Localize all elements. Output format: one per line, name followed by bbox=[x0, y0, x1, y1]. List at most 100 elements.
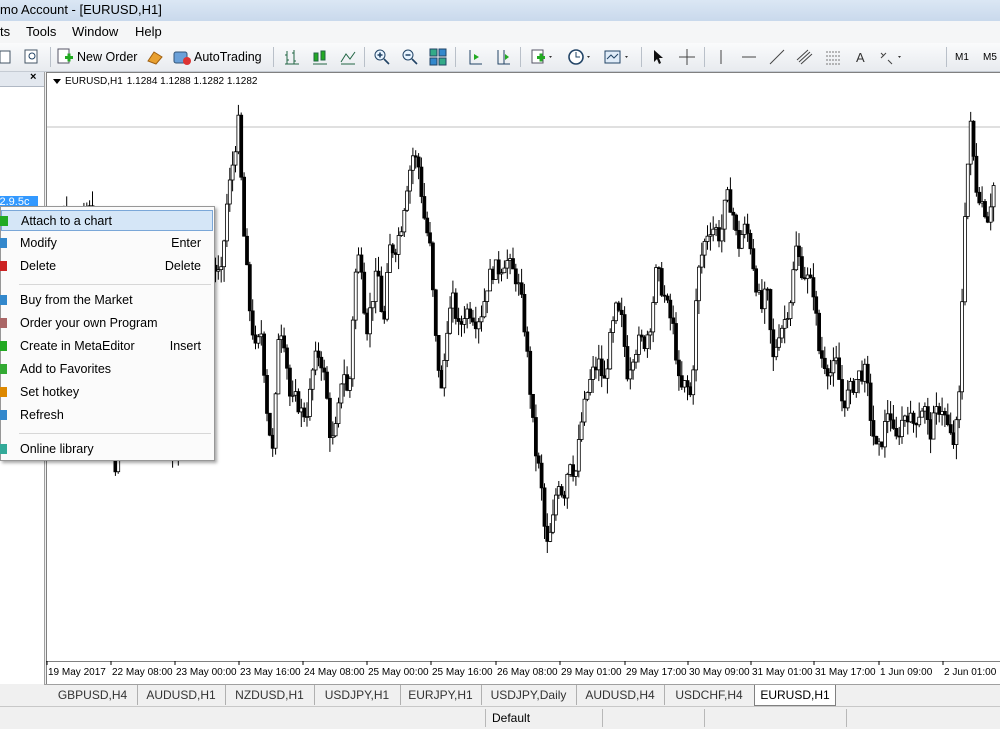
cursor-icon[interactable] bbox=[650, 47, 666, 67]
magnifier-doc-icon[interactable] bbox=[24, 47, 40, 67]
timeframe-m5[interactable]: M5 bbox=[983, 47, 997, 67]
status-profile[interactable]: Default bbox=[492, 711, 530, 725]
menu-help[interactable]: Help bbox=[135, 24, 162, 39]
context-menu-item[interactable]: Set hotkey bbox=[0, 382, 213, 403]
context-menu-item[interactable]: Buy from the Market bbox=[0, 290, 213, 311]
candle-body bbox=[456, 318, 461, 322]
menu-separator bbox=[19, 284, 211, 285]
candle bbox=[574, 469, 578, 486]
candle-body bbox=[333, 423, 338, 437]
chart-tab[interactable]: EURJPY,H1 bbox=[400, 685, 482, 705]
vertical-line-icon[interactable] bbox=[713, 47, 729, 67]
candle bbox=[571, 455, 575, 482]
candle-body bbox=[336, 402, 341, 424]
chart-tab[interactable]: GBPUSD,H4 bbox=[48, 685, 138, 705]
candle-body bbox=[888, 413, 893, 421]
candle bbox=[837, 342, 841, 380]
chart-shift-icon[interactable] bbox=[494, 47, 512, 67]
candle-body bbox=[797, 245, 801, 258]
equidistant-channel-icon[interactable] bbox=[796, 47, 814, 67]
candle-body bbox=[390, 244, 395, 254]
context-menu: Attach to a chart Modify Enter Delete Delete… bbox=[0, 206, 215, 461]
candle-body bbox=[316, 350, 321, 358]
candle-body bbox=[247, 264, 252, 312]
time-axis-label: 2 Jun 01:00 bbox=[944, 667, 997, 678]
context-menu-label: Attach to a chart bbox=[21, 214, 113, 228]
context-menu-item[interactable]: Online library bbox=[0, 439, 213, 460]
candle-body bbox=[868, 382, 873, 421]
zoom-in-icon[interactable] bbox=[373, 47, 391, 67]
autotrading-button[interactable]: AutoTrading bbox=[172, 47, 262, 67]
profiles-icon[interactable] bbox=[0, 47, 12, 67]
candle-body bbox=[496, 259, 501, 275]
chart-tab[interactable]: USDCHF,H4 bbox=[664, 685, 755, 705]
periods-clock-icon[interactable] bbox=[567, 47, 593, 67]
chart-tab[interactable]: USDJPY,Daily bbox=[481, 685, 577, 705]
chart-tab[interactable]: AUDUSD,H4 bbox=[576, 685, 665, 705]
context-menu-item[interactable]: Add to Favorites bbox=[0, 359, 213, 380]
metaeditor-icon[interactable] bbox=[146, 47, 164, 67]
templates-icon[interactable] bbox=[604, 47, 630, 67]
candle-body bbox=[250, 310, 255, 336]
candle-body bbox=[697, 266, 701, 302]
chart-menu-arrow-icon[interactable] bbox=[53, 79, 61, 84]
candle-body bbox=[734, 214, 738, 231]
candlestick-chart-icon[interactable] bbox=[311, 47, 329, 67]
bar-chart-icon[interactable] bbox=[283, 47, 301, 67]
text-tool[interactable]: A bbox=[856, 47, 865, 67]
candle-body bbox=[616, 302, 621, 311]
zoom-out-icon[interactable] bbox=[401, 47, 419, 67]
candle-body bbox=[831, 360, 836, 374]
chart-tab[interactable]: NZDUSD,H1 bbox=[225, 685, 315, 705]
context-menu-item[interactable]: Modify Enter bbox=[0, 233, 213, 254]
candle bbox=[825, 364, 830, 390]
candle-body bbox=[659, 268, 664, 296]
candle-body bbox=[800, 256, 804, 279]
menu-window[interactable]: Window bbox=[72, 24, 118, 39]
candle-body bbox=[256, 336, 261, 344]
chart-tab[interactable]: AUDUSD,H1 bbox=[137, 685, 226, 705]
chart-tab[interactable]: USDJPY,H1 bbox=[314, 685, 401, 705]
fibonacci-icon[interactable] bbox=[824, 47, 842, 67]
auto-scroll-icon[interactable] bbox=[466, 47, 484, 67]
candle-body bbox=[553, 494, 558, 516]
candle-body bbox=[748, 232, 753, 250]
crosshair-icon[interactable] bbox=[678, 47, 696, 67]
context-menu-item[interactable]: Delete Delete bbox=[0, 256, 213, 277]
candle-body bbox=[817, 312, 821, 352]
candle-body bbox=[347, 378, 352, 391]
context-menu-item[interactable]: Create in MetaEditor Insert bbox=[0, 336, 213, 357]
candle-body bbox=[762, 288, 767, 310]
context-menu-label: Create in MetaEditor bbox=[20, 339, 135, 353]
candle-body bbox=[353, 271, 358, 321]
trendline-icon[interactable] bbox=[768, 47, 786, 67]
candle bbox=[267, 412, 272, 437]
context-menu-item[interactable]: Attach to a chart bbox=[0, 210, 213, 231]
navigator-close-icon[interactable]: × bbox=[30, 71, 36, 83]
candle bbox=[965, 163, 970, 220]
menu-tools[interactable]: Tools bbox=[26, 24, 56, 39]
context-menu-item[interactable]: Refresh bbox=[0, 405, 213, 426]
candle-body bbox=[285, 347, 289, 369]
horizontal-line-icon[interactable] bbox=[740, 47, 758, 67]
indicators-icon[interactable] bbox=[530, 47, 554, 67]
chart-tabs: GBPUSD,H4 AUDUSD,H1 NZDUSD,H1 USDJPY,H1 EURJ… bbox=[44, 684, 1000, 707]
menu-charts[interactable]: ts bbox=[0, 24, 10, 39]
timeframe-m1[interactable]: M1 bbox=[955, 47, 969, 67]
context-menu-item[interactable]: Order your own Program bbox=[0, 313, 213, 334]
candle-body bbox=[396, 235, 401, 255]
candle-body bbox=[350, 319, 355, 380]
new-order-button[interactable]: New Order bbox=[56, 47, 137, 67]
candle-body bbox=[865, 363, 870, 384]
time-axis-label: 29 May 17:00 bbox=[626, 667, 687, 678]
chart-tab[interactable]: EURUSD,H1 bbox=[754, 685, 836, 706]
candle bbox=[945, 403, 950, 427]
candle-body bbox=[370, 301, 375, 309]
arrows-icon[interactable] bbox=[878, 47, 904, 67]
line-chart-icon[interactable] bbox=[339, 47, 357, 67]
time-axis-label: 23 May 16:00 bbox=[240, 667, 301, 678]
candle-body bbox=[485, 290, 490, 302]
tile-windows-icon[interactable] bbox=[429, 47, 447, 67]
candle-body bbox=[262, 333, 267, 376]
candle-body bbox=[267, 412, 272, 436]
